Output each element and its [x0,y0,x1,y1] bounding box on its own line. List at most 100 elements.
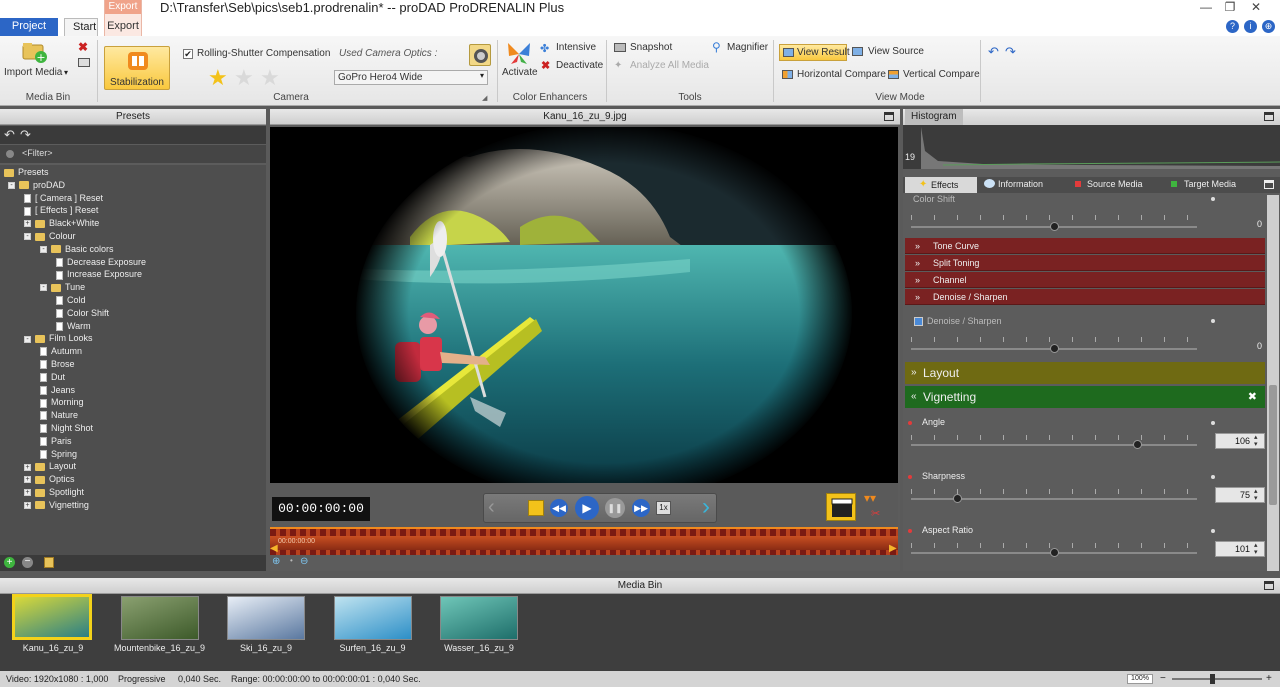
keyframe-dot[interactable] [1211,475,1215,479]
tree-item[interactable]: + Vignetting [24,499,89,512]
tab-export[interactable]: Export [105,20,141,32]
keyframe-dot[interactable] [1211,319,1215,323]
camera-icon[interactable] [469,44,491,66]
butterfly-icon[interactable] [505,40,533,68]
effect-row[interactable]: » Channel [905,272,1265,288]
expand-toggle-icon[interactable]: + [24,489,31,497]
param-slider-knob[interactable] [1132,440,1142,449]
trim-icon[interactable]: ▾▾ [864,491,876,505]
tree-item[interactable]: - Film Looks [24,332,93,345]
star-icon[interactable]: ★ [234,67,254,89]
star-icon[interactable]: ★ [208,67,228,89]
import-media-button[interactable]: Import Media [4,67,62,78]
view-source-button[interactable]: View Source [868,46,924,57]
layout-section[interactable]: » Layout [905,362,1265,384]
zoom-slider-thumb[interactable] [1210,674,1215,684]
redo-icon[interactable]: ↷ [20,127,31,143]
zoom-in-icon[interactable]: + [1266,671,1272,687]
star-icon[interactable]: ★ [260,67,280,89]
start-marker-icon[interactable]: ◀ [270,543,278,554]
speed-button[interactable]: 1x [656,501,671,515]
tree-item[interactable]: Paris [40,435,72,448]
tree-item[interactable]: Jeans [40,384,75,397]
deactivate-button[interactable]: Deactivate [556,60,603,71]
snapshot-icon[interactable] [614,43,626,52]
expand-toggle-icon[interactable]: - [8,181,15,189]
timeline[interactable]: 00:00:00:00 ◀ ▶ [270,527,898,555]
dialog-launcher-icon[interactable]: ◢ [482,94,487,102]
effect-row[interactable]: » Split Toning [905,255,1265,271]
spin-arrows-icon[interactable]: ▴▾ [1254,434,1258,448]
param-slider-knob[interactable] [952,494,962,503]
end-marker-icon[interactable]: ▶ [889,543,897,554]
media-thumbnail[interactable] [12,594,92,640]
expand-toggle-icon[interactable]: + [24,463,31,471]
media-thumbnail[interactable] [227,596,305,640]
tree-item[interactable]: + Layout [24,460,76,473]
tab-start[interactable]: Start [64,18,98,36]
grid-view-icon[interactable] [78,58,90,67]
spin-arrows-icon[interactable]: ▴▾ [1254,488,1258,502]
pause-icon[interactable]: ❚❚ [605,498,625,518]
color-shift-knob[interactable] [1050,222,1059,231]
tree-item[interactable]: + Spotlight [24,486,84,499]
next-chevron-icon[interactable]: › [702,494,710,520]
tree-item[interactable]: - Basic colors [40,243,114,256]
tree-item[interactable]: [ Camera ] Reset [24,192,103,205]
filter-input[interactable]: <Filter> [22,148,53,158]
monitor-icon[interactable] [852,47,863,56]
zoom-out-icon[interactable]: − [1160,671,1166,687]
tree-item[interactable]: Dut [40,371,65,384]
tree-item[interactable]: Presets [4,166,49,179]
timeline-track[interactable]: 00:00:00:00 [270,536,898,550]
scrollbar-thumb[interactable] [1269,385,1277,505]
tab-project[interactable]: Project [0,18,58,36]
loop-icon[interactable] [528,500,544,516]
tree-item[interactable]: + Optics [24,473,75,486]
maximize-panel-icon[interactable] [1264,112,1274,121]
keyframe-dot[interactable] [1211,529,1215,533]
tree-item[interactable]: [ Effects ] Reset [24,204,98,217]
snapshot-button[interactable]: Snapshot [630,42,672,53]
maximize-panel-icon[interactable] [884,112,894,121]
zoom-out-icon[interactable]: ⊖ [300,556,308,567]
tab-information[interactable]: Information [998,179,1043,189]
zoom-in-icon[interactable]: ⊕ [272,556,280,567]
tree-item[interactable]: - proDAD [8,179,65,192]
expand-toggle-icon[interactable]: + [24,501,31,509]
vertical-compare-button[interactable]: Vertical Compare [903,69,980,80]
info-icon[interactable]: i [1244,20,1257,33]
analyze-all-media-button[interactable]: Analyze All Media [630,60,709,71]
view-result-button[interactable]: View Result [779,44,850,61]
maximize-panel-icon[interactable] [1264,581,1274,590]
tab-source-media[interactable]: Source Media [1087,179,1143,189]
export-context-tab[interactable]: Export Export [104,0,142,36]
horizontal-compare-icon[interactable] [782,70,793,79]
expand-toggle-icon[interactable]: - [24,233,31,241]
close-button[interactable]: ✕ [1246,0,1266,14]
undo-icon[interactable]: ↶ [988,44,999,60]
intensive-icon[interactable]: ✤ [540,42,549,55]
clapper-icon[interactable] [826,493,856,521]
prev-chevron-icon[interactable]: ‹ [488,496,495,519]
media-thumbnail[interactable] [333,596,412,640]
expand-toggle-icon[interactable]: - [40,284,47,292]
minimize-button[interactable]: — [1196,0,1216,14]
deactivate-icon[interactable]: ✖ [541,59,550,72]
magnifier-button[interactable]: Magnifier [727,42,768,53]
skip-forward-icon[interactable]: ▶▶ [632,499,650,517]
maximize-panel-icon[interactable] [1264,180,1274,189]
expand-toggle-icon[interactable]: - [24,335,31,343]
expand-toggle-icon[interactable]: - [40,245,47,253]
filter-row[interactable]: <Filter> [0,145,266,163]
spin-arrows-icon[interactable]: ▴▾ [1254,542,1258,556]
media-thumbnail[interactable] [440,596,518,640]
expand-toggle-icon[interactable]: + [24,476,31,484]
add-preset-icon[interactable]: + [4,557,15,568]
tab-target-media[interactable]: Target Media [1184,179,1236,189]
effect-row[interactable]: » Tone Curve [905,238,1265,254]
remove-media-icon[interactable]: ✖ [78,40,88,54]
play-icon[interactable]: ▶ [575,496,599,520]
tree-item[interactable]: Morning [40,396,84,409]
chevron-down-icon[interactable]: ▾ [64,68,68,77]
